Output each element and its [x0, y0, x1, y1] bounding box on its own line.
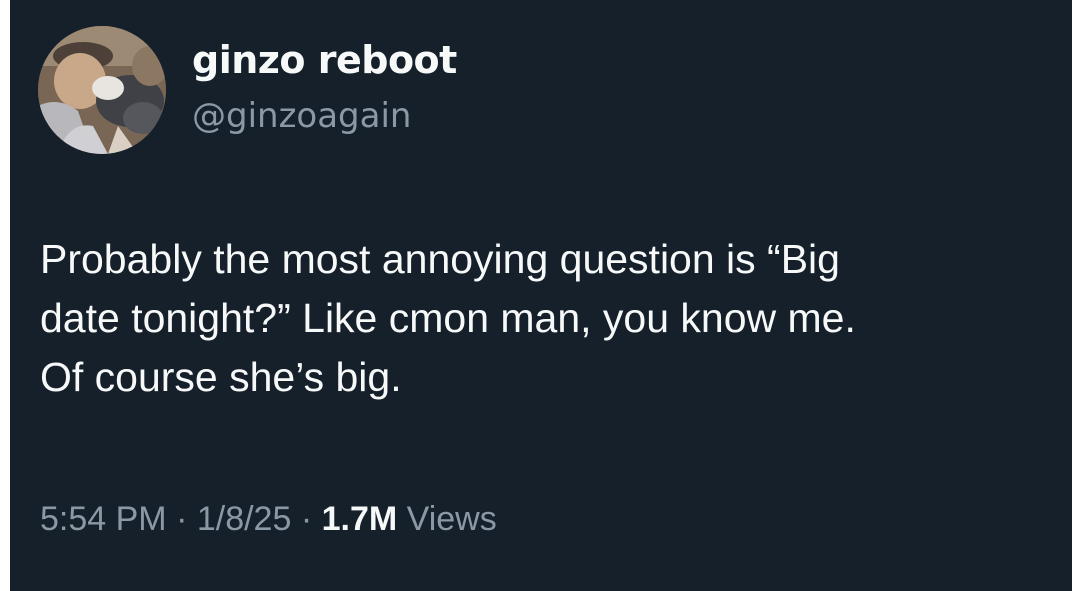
- views-label: Views: [397, 500, 497, 538]
- author-handle[interactable]: @ginzoagain: [192, 96, 411, 136]
- tweet-card: ginzo reboot @ginzoagain Probably the mo…: [10, 0, 1072, 591]
- meta-separator: ·: [166, 500, 197, 538]
- tweet-text-line: date tonight?” Like cmon man, you know m…: [40, 295, 856, 341]
- views-count[interactable]: 1.7M: [322, 500, 398, 538]
- author-display-name[interactable]: ginzo reboot: [192, 38, 457, 82]
- tweet-meta: 5:54 PM · 1/8/25 · 1.7M Views: [40, 500, 497, 539]
- tweet-date[interactable]: 1/8/25: [197, 500, 292, 538]
- tweet-text: Probably the most annoying question is “…: [40, 230, 1050, 407]
- tweet-text-line: Of course she’s big.: [40, 354, 402, 400]
- avatar-photo: [38, 26, 166, 154]
- tweet-time[interactable]: 5:54 PM: [40, 500, 167, 538]
- meta-separator: ·: [291, 500, 322, 538]
- page: ginzo reboot @ginzoagain Probably the mo…: [0, 0, 1080, 591]
- tweet-text-line: Probably the most annoying question is “…: [40, 236, 840, 282]
- avatar[interactable]: [38, 26, 166, 154]
